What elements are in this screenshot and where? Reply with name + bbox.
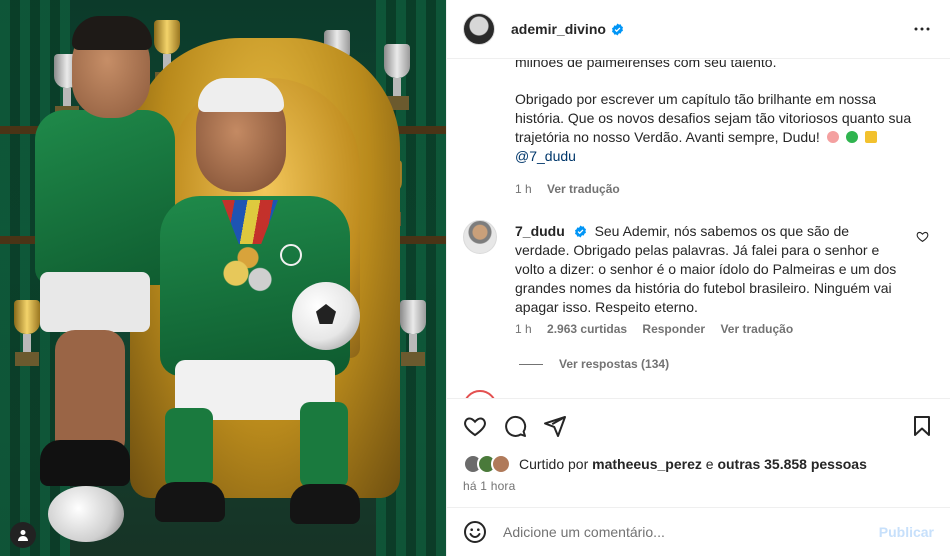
soccer-ball bbox=[48, 486, 124, 542]
caption-meta: 1 h Ver tradução bbox=[515, 180, 915, 199]
like-comment-button[interactable] bbox=[916, 230, 929, 243]
comment-button[interactable] bbox=[503, 414, 527, 438]
tagged-user-button[interactable] bbox=[10, 522, 36, 548]
likes-others-link[interactable]: outras 35.858 pessoas bbox=[717, 456, 866, 472]
send-icon bbox=[544, 415, 566, 437]
more-icon bbox=[914, 27, 930, 31]
commenter-avatar[interactable] bbox=[463, 220, 497, 254]
bookmark-icon bbox=[914, 415, 930, 436]
player-old-shoe bbox=[290, 484, 360, 524]
trophy bbox=[396, 300, 430, 370]
comment-meta: 1 h 2.963 curtidas Responder Ver traduçã… bbox=[515, 322, 805, 336]
user-icon bbox=[18, 530, 28, 541]
caption-time[interactable]: 1 h bbox=[515, 182, 532, 196]
more-options-button[interactable] bbox=[910, 17, 934, 41]
liker-username[interactable]: matheeus_perez bbox=[592, 456, 702, 472]
smiley-icon bbox=[464, 521, 486, 543]
verified-badge-icon bbox=[611, 22, 624, 36]
green-heart-emoji-icon bbox=[845, 131, 858, 143]
likes-prefix: Curtido por bbox=[519, 456, 589, 472]
caption-translate-button[interactable]: Ver tradução bbox=[547, 182, 620, 196]
save-button[interactable] bbox=[910, 414, 934, 438]
player-young bbox=[35, 110, 175, 285]
pig-emoji-icon bbox=[826, 131, 839, 143]
view-replies-button[interactable]: Ver respostas (134) bbox=[519, 357, 669, 371]
comment-translate-button[interactable]: Ver tradução bbox=[720, 322, 793, 336]
replies-divider bbox=[519, 363, 543, 365]
liker-avatar bbox=[491, 454, 511, 474]
heart-icon bbox=[916, 231, 929, 243]
caption-paragraph: Obrigado por escrever um capítulo tão br… bbox=[515, 90, 915, 166]
author-avatar[interactable] bbox=[463, 13, 495, 45]
verified-badge-icon bbox=[574, 225, 587, 238]
post-panel: ademir_divino milhões de palmeirenses co… bbox=[446, 0, 950, 556]
reply-button[interactable]: Responder bbox=[642, 322, 705, 336]
next-comment-avatar[interactable] bbox=[463, 390, 497, 398]
player-young-hair bbox=[72, 16, 152, 50]
player-old-shoe bbox=[155, 482, 225, 522]
instagram-post: ademir_divino milhões de palmeirenses co… bbox=[0, 0, 950, 556]
medals bbox=[218, 236, 278, 298]
caption-line: milhões de palmeirenses com seu talento. bbox=[515, 60, 777, 70]
player-young-shorts bbox=[40, 272, 150, 332]
comment-text: Seu Ademir, nós sabemos os que são de ve… bbox=[515, 223, 897, 315]
share-button[interactable] bbox=[543, 414, 567, 438]
post-header: ademir_divino bbox=[447, 0, 950, 59]
player-old-hair bbox=[198, 78, 284, 112]
heart-icon bbox=[464, 416, 486, 436]
comment-input[interactable] bbox=[503, 524, 879, 540]
like-button[interactable] bbox=[463, 414, 487, 438]
soccer-ball bbox=[292, 282, 360, 350]
player-young-shoe bbox=[40, 440, 130, 486]
author-username[interactable]: ademir_divino bbox=[511, 21, 606, 37]
commenter-username[interactable]: 7_dudu bbox=[515, 223, 565, 239]
comments-scroll[interactable]: milhões de palmeirenses com seu talento.… bbox=[447, 60, 950, 398]
player-old-sock bbox=[165, 408, 213, 488]
emoji-button[interactable] bbox=[463, 520, 487, 544]
likes-connector: e bbox=[705, 456, 714, 472]
palmeiras-crest bbox=[280, 244, 302, 266]
player-old-sock bbox=[300, 402, 348, 488]
post-image[interactable] bbox=[0, 0, 446, 556]
comment-time[interactable]: 1 h bbox=[515, 322, 532, 336]
comment-body: 7_dudu Seu Ademir, nós sabemos os que sã… bbox=[515, 222, 903, 317]
add-comment-bar: Publicar bbox=[447, 507, 950, 556]
caption: milhões de palmeirenses com seu talento.… bbox=[515, 60, 915, 199]
post-timestamp[interactable]: há 1 hora bbox=[463, 479, 516, 493]
comment-icon bbox=[505, 415, 527, 437]
view-replies-label: Ver respostas (134) bbox=[559, 357, 670, 371]
crown-emoji-icon bbox=[864, 131, 877, 143]
comment-likes[interactable]: 2.963 curtidas bbox=[547, 322, 627, 336]
publish-button[interactable]: Publicar bbox=[879, 524, 934, 540]
trophy bbox=[10, 300, 44, 370]
action-bar bbox=[447, 398, 950, 452]
likes-summary: Curtido por matheeus_perez e outras 35.8… bbox=[463, 454, 867, 474]
caption-mention[interactable]: @7_dudu bbox=[515, 148, 576, 164]
liker-avatars[interactable] bbox=[463, 454, 511, 474]
